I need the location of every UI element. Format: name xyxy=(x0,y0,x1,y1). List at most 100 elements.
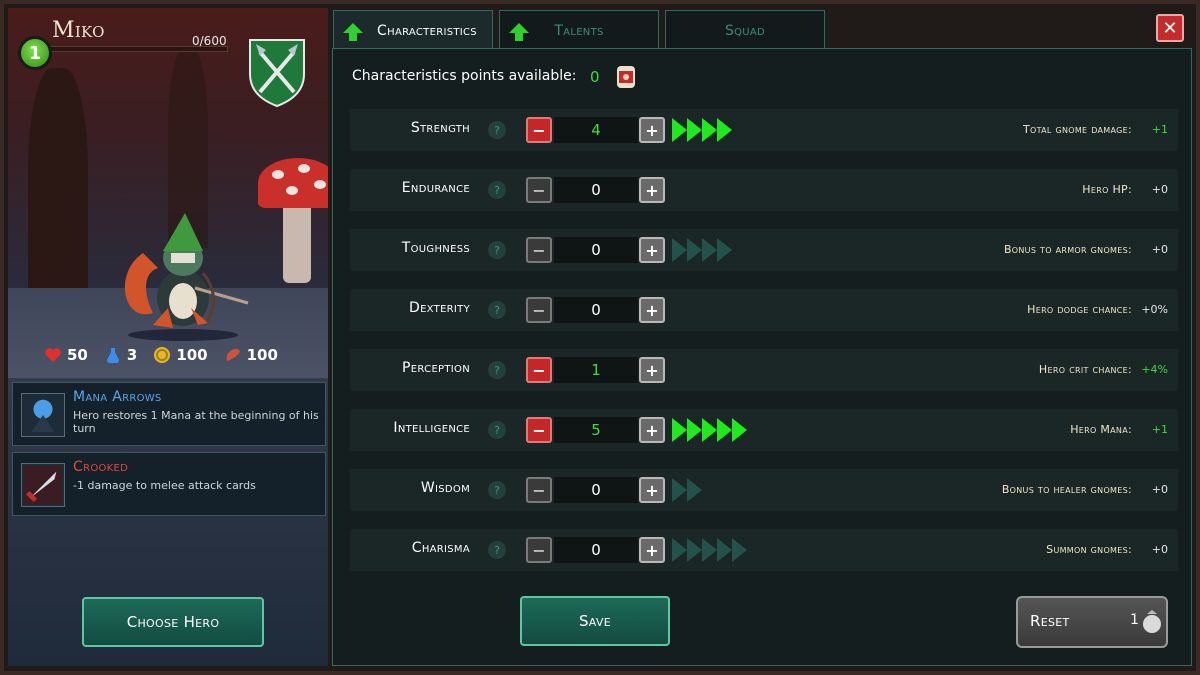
perk-card-mana-arrows[interactable]: Mana Arrows Hero restores 1 Mana at the … xyxy=(12,382,326,446)
stat-value: 0 xyxy=(554,237,638,263)
up-arrow-icon xyxy=(509,23,529,41)
choose-hero-button[interactable]: Choose Hero xyxy=(82,597,264,647)
xp-text: 0/600 xyxy=(192,34,227,48)
minus-icon: − xyxy=(532,420,546,440)
tab-characteristics[interactable]: Characteristics xyxy=(333,10,493,52)
stat-value: 0 xyxy=(554,177,638,203)
plus-icon: + xyxy=(645,120,659,140)
stat-name: Perception xyxy=(402,360,470,376)
decrease-button[interactable]: − xyxy=(526,537,552,563)
effect-label: Bonus to healer gnomes: xyxy=(1001,483,1132,496)
level-arrow-icon xyxy=(717,538,732,562)
progress-arrows xyxy=(672,538,747,562)
progress-arrows xyxy=(672,418,747,442)
minus-icon: − xyxy=(532,480,546,500)
minus-icon: − xyxy=(532,540,546,560)
stat-name: Wisdom xyxy=(420,480,470,496)
decrease-button[interactable]: − xyxy=(526,417,552,443)
increase-button[interactable]: + xyxy=(639,177,665,203)
level-arrow-icon xyxy=(702,238,717,262)
hero-panel: Miko 0/600 1 50 3 100 100 Mana Arrows He… xyxy=(8,8,328,666)
help-icon[interactable]: ? xyxy=(488,361,506,379)
stat-value: 0 xyxy=(554,477,638,503)
gold-coin-icon xyxy=(154,347,171,363)
decrease-button[interactable]: − xyxy=(526,177,552,203)
plus-icon: + xyxy=(645,240,659,260)
progress-arrows xyxy=(672,478,702,502)
help-icon[interactable]: ? xyxy=(488,181,506,199)
increase-button[interactable]: + xyxy=(639,417,665,443)
increase-button[interactable]: + xyxy=(639,237,665,263)
help-icon[interactable]: ? xyxy=(488,121,506,139)
heart-icon xyxy=(45,348,61,362)
level-arrow-icon xyxy=(702,418,717,442)
level-arrow-icon xyxy=(672,478,687,502)
help-icon[interactable]: ? xyxy=(488,241,506,259)
plus-icon: + xyxy=(645,480,659,500)
stat-value: 5 xyxy=(554,417,638,443)
tab-squad[interactable]: Squad xyxy=(665,10,825,52)
effect-value: +0 xyxy=(1151,243,1168,256)
hp-value: 50 xyxy=(67,346,88,364)
points-available-value: 0 xyxy=(590,68,600,86)
level-arrow-icon xyxy=(672,118,687,142)
stat-row-intelligence: Intelligence ? − 5 + Hero Mana: +1 xyxy=(350,409,1178,451)
reset-label: Reset xyxy=(1030,612,1070,630)
food-resource: 100 xyxy=(224,346,278,364)
gold-value: 100 xyxy=(176,346,208,364)
stat-name: Toughness xyxy=(401,240,470,256)
effect-value: +0% xyxy=(1141,303,1168,316)
level-arrow-icon xyxy=(702,118,717,142)
level-arrow-icon xyxy=(672,238,687,262)
help-icon[interactable]: ? xyxy=(488,481,506,499)
stat-row-charisma: Charisma ? − 0 + Summon gnomes: +0 xyxy=(350,529,1178,571)
minus-icon: − xyxy=(532,120,546,140)
help-icon[interactable]: ? xyxy=(488,541,506,559)
decrease-button[interactable]: − xyxy=(526,477,552,503)
tab-talents[interactable]: Talents xyxy=(499,10,659,52)
stat-name: Endurance xyxy=(401,180,470,196)
level-arrow-icon xyxy=(687,538,702,562)
plus-icon: + xyxy=(645,300,659,320)
perk-card-crooked[interactable]: Crooked -1 damage to melee attack cards xyxy=(12,452,326,516)
level-arrow-icon xyxy=(687,478,702,502)
tab-label: Squad xyxy=(724,23,766,39)
decrease-button[interactable]: − xyxy=(526,357,552,383)
stat-row-wisdom: Wisdom ? − 0 + Bonus to healer gnomes: +… xyxy=(350,469,1178,511)
tab-label: Talents xyxy=(554,23,604,39)
resource-row: 50 3 100 100 xyxy=(44,346,278,364)
level-arrow-icon xyxy=(687,118,702,142)
increase-button[interactable]: + xyxy=(639,537,665,563)
strength-potion-icon xyxy=(617,66,635,88)
help-icon[interactable]: ? xyxy=(488,301,506,319)
decrease-button[interactable]: − xyxy=(526,117,552,143)
stat-name: Charisma xyxy=(411,540,470,556)
effect-value: +4% xyxy=(1141,363,1168,376)
minus-icon: − xyxy=(532,240,546,260)
increase-button[interactable]: + xyxy=(639,297,665,323)
increase-button[interactable]: + xyxy=(639,477,665,503)
effect-label: Bonus to armor gnomes: xyxy=(1003,243,1132,256)
effect-value: +1 xyxy=(1151,123,1168,136)
reset-button[interactable]: Reset 1 xyxy=(1016,596,1168,648)
reset-cost: 1 xyxy=(1130,612,1140,628)
mushroom-cap xyxy=(258,158,328,208)
decrease-button[interactable]: − xyxy=(526,297,552,323)
increase-button[interactable]: + xyxy=(639,117,665,143)
level-arrow-icon xyxy=(717,238,732,262)
mana-value: 3 xyxy=(126,346,138,364)
pouch-icon xyxy=(1143,610,1161,633)
save-button[interactable]: Save xyxy=(520,596,670,646)
level-badge: 1 xyxy=(18,36,52,70)
stat-value: 4 xyxy=(554,117,638,143)
level-arrow-icon xyxy=(672,418,687,442)
perk-description: Hero restores 1 Mana at the beginning of… xyxy=(73,409,319,435)
increase-button[interactable]: + xyxy=(639,357,665,383)
help-icon[interactable]: ? xyxy=(488,421,506,439)
stat-row-strength: Strength ? − 4 + Total gnome damage: +1 xyxy=(350,109,1178,151)
stat-value: 1 xyxy=(554,357,638,383)
close-button[interactable]: ✕ xyxy=(1156,14,1184,42)
decrease-button[interactable]: − xyxy=(526,237,552,263)
level-arrow-icon xyxy=(702,538,717,562)
perk-title: Crooked xyxy=(73,459,129,475)
